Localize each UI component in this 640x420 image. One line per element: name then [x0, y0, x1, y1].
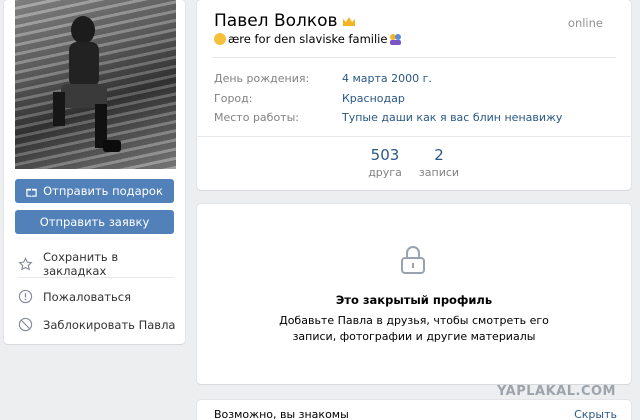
work-label: Место работы:	[214, 111, 299, 124]
profile-name: Павел Волков	[214, 11, 356, 31]
block-label: Заблокировать Павла	[43, 317, 176, 332]
send-gift-label: Отправить подарок	[43, 184, 163, 198]
send-gift-button[interactable]: Отправить подарок	[15, 179, 174, 203]
send-request-button[interactable]: Отправить заявку	[15, 210, 174, 234]
counters-divider	[197, 136, 631, 137]
smile-emoji-icon	[214, 33, 226, 45]
city-label: Город:	[214, 92, 253, 105]
profile-status: ære for den slaviske familie	[214, 32, 402, 46]
people-emoji-icon	[390, 34, 402, 45]
bookmark-label: Сохранить в закладках	[43, 250, 119, 278]
profile-avatar[interactable]	[15, 0, 176, 169]
closed-profile-card: Это закрытый профиль Добавьте Павла в др…	[197, 204, 631, 384]
online-status: online	[567, 16, 603, 30]
report-icon	[18, 289, 33, 304]
block-link[interactable]: Заблокировать Павла	[18, 317, 175, 332]
suggestions-title: Возможно, вы знакомы	[214, 408, 349, 420]
bookmark-link[interactable]: Сохранить в закладках	[18, 250, 185, 278]
report-label: Пожаловаться	[43, 289, 132, 304]
suggestions-card: Возможно, вы знакомы Скрыть	[197, 400, 631, 420]
friends-counter[interactable]: 503 друга	[355, 146, 415, 179]
star-icon	[18, 256, 33, 271]
profile-info-card: Павел Волков online ære for den slaviske…	[197, 0, 631, 190]
profile-name-text: Павел Волков	[214, 11, 338, 31]
gift-icon	[26, 188, 37, 197]
left-column-card: Отправить подарок Отправить заявку Сохра…	[4, 0, 185, 344]
block-icon	[18, 317, 33, 332]
friends-count: 503	[370, 146, 400, 164]
birthday-label: День рождения:	[214, 72, 310, 85]
avatar-figure	[53, 16, 121, 152]
city-value[interactable]: Краснодар	[342, 92, 405, 105]
sidebar-divider	[18, 277, 174, 278]
report-link[interactable]: Пожаловаться	[18, 289, 131, 304]
crown-icon	[342, 16, 355, 26]
friends-label: друга	[368, 166, 402, 179]
hide-suggestions-link[interactable]: Скрыть	[574, 408, 617, 420]
posts-label: записи	[418, 166, 460, 179]
posts-counter[interactable]: 2 записи	[409, 146, 469, 179]
closed-profile-title: Это закрытый профиль	[335, 293, 493, 307]
work-value[interactable]: Тупые даши как я вас блин ненавижу	[342, 111, 562, 124]
profile-divider	[212, 57, 616, 58]
profile-status-text: ære for den slaviske familie	[228, 32, 388, 46]
lock-icon	[401, 246, 425, 274]
send-request-label: Отправить заявку	[39, 215, 150, 229]
posts-count: 2	[434, 146, 444, 164]
watermark: YAPLAKAL.COM	[497, 384, 616, 399]
birthday-value[interactable]: 4 марта 2000 г.	[342, 72, 432, 85]
closed-profile-text: Добавьте Павла в друзья, чтобы смотреть …	[279, 314, 549, 343]
